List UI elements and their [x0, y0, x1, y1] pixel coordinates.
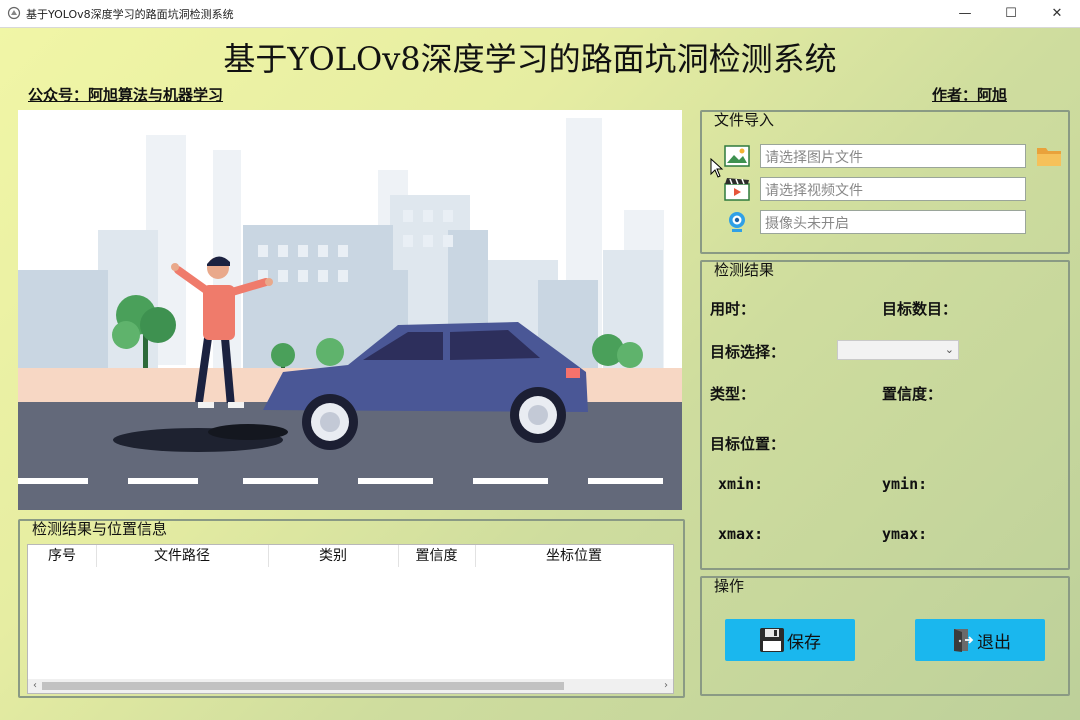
position-label: 目标位置： — [710, 435, 786, 453]
road-illustration — [18, 118, 682, 510]
window-titlebar: 基于YOLOv8深度学习的路面坑洞检测系统 — ☐ ✕ — [0, 0, 1080, 28]
camera-row: 摄像头未开启 — [724, 210, 1028, 234]
page-title: 基于YOLOv8深度学习的路面坑洞检测系统 — [223, 40, 837, 78]
exit-button-label: 退出 — [977, 632, 1011, 653]
close-button[interactable]: ✕ — [1034, 0, 1080, 27]
table-title: 检测结果与位置信息 — [32, 520, 168, 538]
chevron-down-icon: ⌄ — [944, 343, 954, 356]
scroll-right-icon[interactable]: › — [659, 679, 673, 693]
image-path-input[interactable]: 请选择图片文件 — [760, 144, 1026, 168]
file-import-title: 文件导入 — [714, 111, 775, 129]
results-table[interactable]: 序号 文件路径 类别 置信度 坐标位置 ‹ › — [27, 544, 674, 694]
window-title: 基于YOLOv8深度学习的路面坑洞检测系统 — [26, 8, 234, 21]
mouse-cursor-icon — [710, 158, 724, 178]
operations-title: 操作 — [714, 577, 745, 595]
time-label: 用时： — [710, 300, 756, 318]
detection-display-area — [18, 110, 682, 510]
horizontal-scrollbar[interactable]: ‹ › — [28, 679, 673, 693]
video-icon[interactable] — [724, 177, 750, 201]
xmin-label: xmin: — [718, 475, 764, 493]
column-header-confidence[interactable]: 置信度 — [398, 545, 476, 567]
ymin-label: ymin: — [882, 475, 928, 493]
folder-icon[interactable] — [1036, 143, 1062, 169]
type-label: 类型： — [710, 385, 756, 403]
camera-status-input[interactable]: 摄像头未开启 — [760, 210, 1026, 234]
image-icon[interactable] — [724, 144, 750, 168]
column-header-coordinates[interactable]: 坐标位置 — [475, 545, 673, 567]
column-header-file-path[interactable]: 文件路径 — [96, 545, 269, 567]
results-title: 检测结果 — [714, 261, 775, 279]
save-icon — [760, 628, 784, 652]
exit-icon — [954, 629, 974, 652]
author-label: 作者：阿旭 — [932, 86, 1008, 104]
target-select-dropdown[interactable]: ⌄ — [837, 340, 959, 360]
account-link: 公众号：阿旭算法与机器学习 — [28, 86, 224, 104]
count-label: 目标数目： — [882, 300, 958, 318]
minimize-button[interactable]: — — [942, 0, 988, 27]
column-header-index[interactable]: 序号 — [28, 545, 97, 567]
exit-button[interactable]: 退出 — [915, 619, 1045, 661]
video-file-row: 请选择视频文件 — [724, 177, 1028, 201]
camera-icon[interactable] — [724, 210, 750, 234]
maximize-button[interactable]: ☐ — [988, 0, 1034, 27]
column-header-class[interactable]: 类别 — [268, 545, 399, 567]
target-select-label: 目标选择： — [710, 343, 786, 361]
confidence-label: 置信度： — [882, 385, 943, 403]
ymax-label: ymax: — [882, 525, 928, 543]
save-button-label: 保存 — [787, 632, 821, 653]
scrollbar-thumb[interactable] — [42, 682, 564, 690]
app-icon — [7, 6, 21, 20]
save-button[interactable]: 保存 — [725, 619, 855, 661]
xmax-label: xmax: — [718, 525, 764, 543]
image-file-row: 请选择图片文件 — [724, 144, 1028, 168]
video-path-input[interactable]: 请选择视频文件 — [760, 177, 1026, 201]
scroll-left-icon[interactable]: ‹ — [28, 679, 42, 693]
